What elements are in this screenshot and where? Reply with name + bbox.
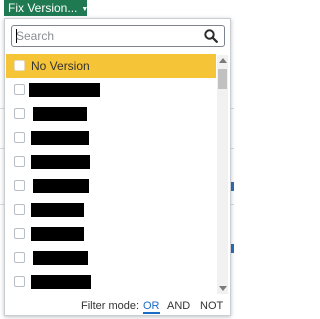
filter-mode-or[interactable]: OR	[143, 300, 160, 314]
list-item-no-version[interactable]: No Version	[6, 54, 216, 78]
list-item[interactable]	[6, 198, 216, 222]
scrollbar-thumb[interactable]	[218, 69, 227, 89]
background-link-fragment	[231, 182, 234, 191]
fix-version-button[interactable]: Fix Version... ▼	[4, 0, 89, 16]
list-scrollbar[interactable]	[217, 55, 228, 294]
caret-down-icon: ▼	[81, 6, 89, 13]
list-item[interactable]	[6, 222, 216, 246]
checkbox[interactable]	[14, 60, 25, 71]
checkbox[interactable]	[14, 108, 25, 119]
redacted-label	[31, 155, 90, 169]
scroll-up-icon[interactable]	[219, 58, 227, 63]
fix-version-dropdown: No Version	[4, 18, 231, 316]
search-input[interactable]	[16, 28, 196, 44]
redacted-label	[31, 227, 84, 241]
redacted-label	[31, 131, 89, 145]
search-icon[interactable]	[204, 29, 218, 43]
checkbox[interactable]	[14, 180, 25, 191]
list-item[interactable]	[6, 174, 216, 198]
redacted-label	[33, 251, 88, 265]
checkbox[interactable]	[14, 228, 25, 239]
list-item[interactable]	[6, 270, 216, 294]
background-link-fragment	[231, 244, 234, 253]
checkbox[interactable]	[14, 132, 25, 143]
scroll-down-icon[interactable]	[219, 286, 227, 291]
redacted-label	[31, 203, 84, 217]
list-item[interactable]	[6, 150, 216, 174]
list-item[interactable]	[6, 126, 216, 150]
filter-mode-label: Filter mode:	[81, 300, 140, 312]
filter-mode-not[interactable]: NOT	[200, 300, 223, 312]
redacted-label	[33, 107, 87, 121]
redacted-label	[33, 179, 89, 193]
checkbox[interactable]	[14, 204, 25, 215]
version-list: No Version	[6, 54, 216, 294]
checkbox[interactable]	[14, 276, 25, 287]
list-item[interactable]	[6, 78, 216, 102]
filter-mode-bar: Filter mode: OR AND NOT	[5, 296, 230, 316]
list-item[interactable]	[6, 246, 216, 270]
checkbox[interactable]	[14, 156, 25, 167]
list-item[interactable]	[6, 102, 216, 126]
fix-version-label: Fix Version...	[8, 1, 78, 15]
redacted-label	[29, 83, 100, 97]
checkbox[interactable]	[14, 84, 25, 95]
search-box[interactable]	[11, 25, 225, 47]
checkbox[interactable]	[14, 252, 25, 263]
filter-mode-and[interactable]: AND	[167, 300, 190, 312]
redacted-label	[31, 275, 91, 289]
item-label: No Version	[31, 59, 90, 73]
